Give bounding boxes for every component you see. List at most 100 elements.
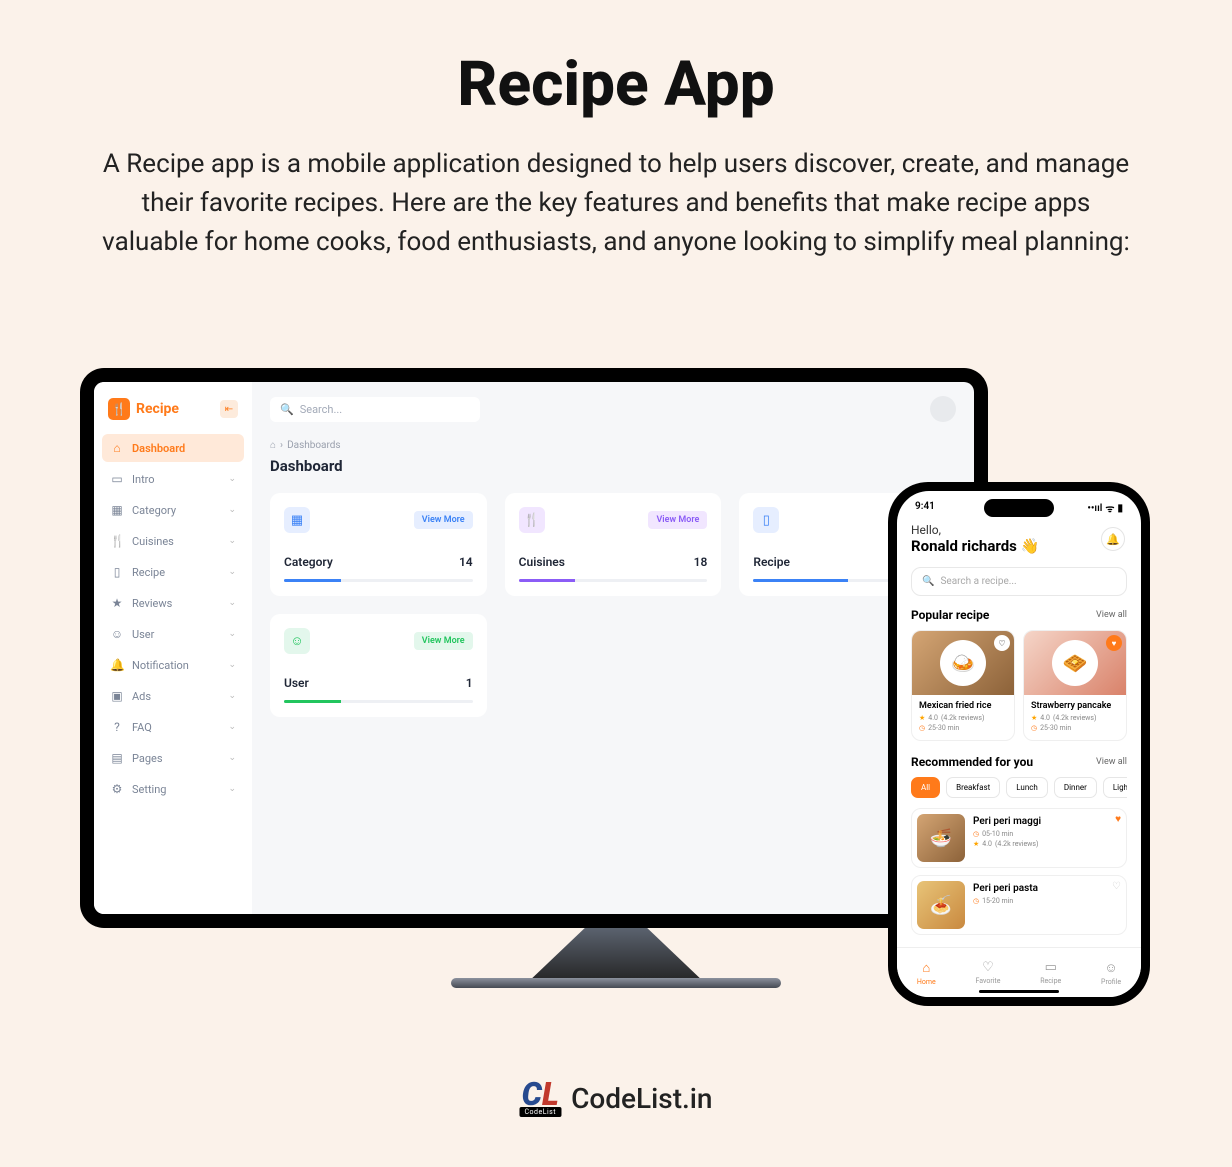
filter-chip-light[interactable]: Light food [1103, 777, 1127, 798]
sidebar-item-recipe[interactable]: ▯Recipe⌄ [102, 558, 244, 586]
grid-icon: ▦ [110, 503, 124, 517]
user-icon: ☺ [110, 627, 124, 641]
monitor: 🍴 Recipe ⇤ ⌂Dashboard ▭Intro⌄ ▦Category⌄… [80, 368, 988, 928]
cuisines-icon: 🍴 [110, 534, 124, 548]
recipe-icon: ▭ [1045, 960, 1057, 975]
tab-favorite[interactable]: ♡Favorite [976, 960, 1001, 985]
sidebar-item-dashboard[interactable]: ⌂Dashboard [102, 434, 244, 462]
chevron-right-icon: › [280, 440, 283, 451]
recipe-card[interactable]: 🧇♥ Strawberry pancake ★4.0(4.2k reviews)… [1023, 630, 1127, 741]
sidebar-item-intro[interactable]: ▭Intro⌄ [102, 465, 244, 493]
star-icon: ★ [919, 714, 925, 722]
brand-logo[interactable]: 🍴 Recipe ⇤ [102, 394, 244, 434]
chevron-down-icon: ⌄ [228, 660, 236, 670]
user-name: Ronald richards 👋 [911, 537, 1127, 555]
footer-brand: CL CodeList CodeList.in [519, 1080, 712, 1117]
star-icon: ★ [110, 596, 124, 610]
chevron-down-icon: ⌄ [228, 691, 236, 701]
sidebar-item-faq[interactable]: ?FAQ⌄ [102, 713, 244, 741]
sidebar-item-pages[interactable]: ▤Pages⌄ [102, 744, 244, 772]
wifi-icon: ᯤ [1105, 501, 1114, 515]
tab-profile[interactable]: ☺Profile [1101, 960, 1121, 986]
heart-icon: ♡ [982, 960, 994, 975]
favorite-button[interactable]: ♡ [1112, 881, 1121, 892]
filter-chip-dinner[interactable]: Dinner [1054, 777, 1097, 798]
sidebar-item-setting[interactable]: ⚙Setting⌄ [102, 775, 244, 803]
brand-icon: 🍴 [108, 398, 130, 420]
hero-title: Recipe App [100, 48, 1132, 121]
book-icon: ▯ [110, 565, 124, 579]
sidebar-item-notification[interactable]: 🔔Notification⌄ [102, 651, 244, 679]
view-all-link[interactable]: View all [1096, 610, 1127, 620]
home-icon: ⌂ [110, 441, 124, 455]
chevron-down-icon: ⌄ [228, 536, 236, 546]
monitor-base [451, 978, 781, 988]
greeting: Hello, [911, 523, 1127, 537]
recipe-card[interactable]: 🍛♡ Mexican fried rice ★4.0(4.2k reviews)… [911, 630, 1015, 741]
user-avatar[interactable] [930, 396, 956, 422]
favorite-button[interactable]: ♡ [994, 635, 1010, 651]
search-input[interactable]: 🔍Search a recipe... [911, 567, 1127, 596]
chevron-down-icon: ⌄ [228, 505, 236, 515]
sidebar-item-ads[interactable]: ▣Ads⌄ [102, 682, 244, 710]
chevron-down-icon: ⌄ [228, 474, 236, 484]
phone-mockup: 9:41 ••ıılᯤ▮ 🔔 Hello, Ronald richards 👋 … [888, 482, 1150, 1006]
clock-icon: ◷ [973, 830, 979, 838]
home-icon: ⌂ [922, 960, 930, 976]
tab-recipe[interactable]: ▭Recipe [1040, 960, 1061, 985]
clock-icon: ◷ [919, 724, 925, 732]
chevron-down-icon: ⌄ [228, 784, 236, 794]
clock-icon: ◷ [1031, 724, 1037, 732]
sidebar-item-category[interactable]: ▦Category⌄ [102, 496, 244, 524]
breadcrumb: ⌂›Dashboards [270, 440, 956, 451]
battery-icon: ▮ [1117, 503, 1123, 514]
search-input[interactable]: 🔍Search... [270, 397, 480, 422]
star-icon: ★ [973, 840, 979, 848]
clock-icon: ◷ [973, 897, 979, 905]
filter-chip-all[interactable]: All [911, 777, 940, 798]
view-all-link[interactable]: View all [1096, 757, 1127, 767]
sidebar-item-reviews[interactable]: ★Reviews⌄ [102, 589, 244, 617]
book-icon: ▯ [753, 507, 779, 533]
signal-icon: ••ııl [1087, 503, 1102, 514]
stat-card-user: ☺View More User1 [270, 614, 487, 717]
view-more-link[interactable]: View More [414, 511, 473, 529]
search-icon: 🔍 [922, 576, 934, 587]
sidebar-item-user[interactable]: ☺User⌄ [102, 620, 244, 648]
star-icon: ★ [1031, 714, 1037, 722]
recommended-item[interactable]: 🍝 Peri peri pasta ◷15-20 min ♡ [911, 875, 1127, 935]
chevron-down-icon: ⌄ [228, 722, 236, 732]
sidebar-collapse-button[interactable]: ⇤ [220, 400, 238, 418]
profile-icon: ☺ [1104, 960, 1117, 976]
home-icon: ⌂ [270, 440, 276, 451]
stat-card-category: ▦View More Category14 [270, 493, 487, 596]
cuisines-icon: 🍴 [519, 507, 545, 533]
section-title: Popular recipe [911, 608, 989, 622]
chevron-down-icon: ⌄ [228, 598, 236, 608]
user-icon: ☺ [284, 628, 310, 654]
bell-icon: 🔔 [110, 658, 124, 672]
hero-description: A Recipe app is a mobile application des… [100, 145, 1132, 262]
recommended-item[interactable]: 🍜 Peri peri maggi ◷05-10 min ★4.0(4.2k r… [911, 808, 1127, 868]
intro-icon: ▭ [110, 472, 124, 486]
tab-home[interactable]: ⌂Home [917, 960, 936, 986]
favorite-button[interactable]: ♥ [1115, 814, 1121, 825]
filter-chip-lunch[interactable]: Lunch [1006, 777, 1048, 798]
bell-icon[interactable]: 🔔 [1101, 527, 1125, 551]
ads-icon: ▣ [110, 689, 124, 703]
view-more-link[interactable]: View More [648, 511, 707, 529]
stat-card-cuisines: 🍴View More Cuisines18 [505, 493, 722, 596]
chevron-down-icon: ⌄ [228, 753, 236, 763]
view-more-link[interactable]: View More [414, 632, 473, 650]
phone-notch [984, 499, 1054, 517]
sidebar-item-cuisines[interactable]: 🍴Cuisines⌄ [102, 527, 244, 555]
pages-icon: ▤ [110, 751, 124, 765]
chevron-down-icon: ⌄ [228, 629, 236, 639]
favorite-button[interactable]: ♥ [1106, 635, 1122, 651]
filter-chip-breakfast[interactable]: Breakfast [946, 777, 1000, 798]
grid-icon: ▦ [284, 507, 310, 533]
section-title: Recommended for you [911, 755, 1033, 769]
search-icon: 🔍 [280, 403, 294, 416]
brand-name: Recipe [136, 401, 179, 417]
chevron-down-icon: ⌄ [228, 567, 236, 577]
